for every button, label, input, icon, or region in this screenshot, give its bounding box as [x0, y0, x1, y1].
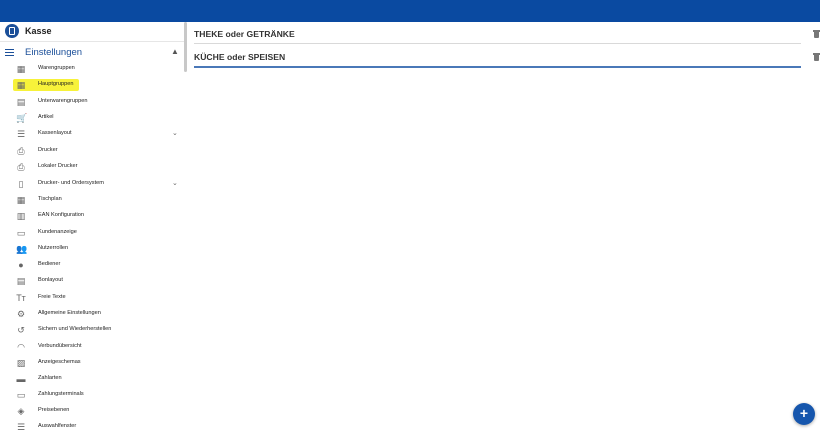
sidebar-item[interactable]: 🛒 Artikel — [0, 111, 186, 125]
sidebar-item-label: Warengruppen — [38, 65, 75, 71]
printer-icon: ⎙ — [17, 146, 25, 156]
sidebar-item[interactable]: ▬ Zahlarten — [0, 372, 186, 386]
sidebar-item-label: Freie Texte — [38, 294, 66, 300]
app-header: Kasse — [0, 22, 186, 42]
add-button[interactable]: + — [793, 403, 815, 425]
sidebar-item-label: EAN Konfiguration — [38, 212, 85, 218]
sidebar-item[interactable]: ▤ Bonlayout — [0, 274, 186, 288]
grid-icon: ▦ — [16, 64, 26, 74]
sidebar-item-label: Kundenanzeige — [38, 229, 77, 235]
sidebar-item-label: Anzeigeschemas — [38, 359, 81, 365]
sidebar-item[interactable]: ▦ Warengruppen — [0, 62, 186, 76]
group-underline — [194, 66, 801, 68]
cash-icon: ▬ — [16, 374, 26, 384]
sidebar-item-label: Hauptgruppen — [38, 81, 74, 87]
lines-icon: ☰ — [16, 129, 26, 139]
wifi-icon: ◠ — [17, 342, 25, 352]
grid-icon: ▦ — [16, 80, 26, 90]
device-icon: ▯ — [18, 179, 24, 189]
sidebar-item[interactable]: ⎙ Drucker — [0, 144, 186, 158]
top-app-bar — [0, 0, 820, 22]
sidebar-item-label: Sichern und Wiederherstellen — [38, 326, 112, 332]
printer-icon: ⎙ — [17, 162, 25, 172]
sidebar-item-label: Bonlayout — [38, 277, 63, 283]
sidebar-item[interactable]: ▯ Drucker- und Ordersystem ⌄ — [0, 177, 186, 191]
sidebar-item-label: Tischplan — [38, 196, 62, 202]
sidebar-item-label: Drucker — [38, 147, 58, 153]
sidebar-item[interactable]: ▦ Hauptgruppen — [0, 78, 186, 92]
sidebar-item[interactable]: ↺ Sichern und Wiederherstellen — [0, 323, 186, 337]
sidebar-item-label: Artikel — [38, 114, 54, 120]
sidebar-item[interactable]: ◠ Verbundübersicht — [0, 340, 186, 354]
app-title: Kasse — [25, 26, 52, 36]
sidebar-item-label: Drucker- und Ordersystem — [38, 180, 104, 186]
group-row-kueche[interactable]: KÜCHE oder SPEISEN — [194, 47, 820, 68]
history-icon: ↺ — [17, 325, 25, 335]
sidebar-item[interactable]: ▥ EAN Konfiguration — [0, 209, 186, 223]
receipt-icon: ▤ — [16, 276, 26, 286]
cart-icon: 🛒 — [16, 113, 28, 123]
sidebar-item-label: Zahlarten — [38, 375, 62, 381]
chevron-down-icon[interactable]: ⌄ — [172, 179, 178, 187]
group-underline — [194, 43, 801, 44]
person-icon: ● — [18, 260, 24, 270]
sidebar-item[interactable]: ◈ Preisebenen — [0, 404, 186, 418]
sidebar-item[interactable]: 👥 Nutzerrollen — [0, 242, 186, 256]
sidebar-item[interactable]: ⚙ Allgemeine Einstellungen — [0, 307, 186, 321]
sidebar-item[interactable]: ▭ Zahlungsterminals — [0, 388, 186, 402]
sidebar-item-label: Allgemeine Einstellungen — [38, 310, 101, 316]
text-icon: Tт — [16, 293, 26, 303]
sidebar-item-label: Zahlungsterminals — [38, 391, 84, 397]
sidebar-item[interactable]: ▤ Unterwarengruppen — [0, 95, 186, 109]
sidebar-item-label: Nutzerrollen — [38, 245, 69, 251]
main-content: THEKE oder GETRÄNKE KÜCHE oder SPEISEN — [187, 22, 820, 430]
people-icon: 👥 — [16, 244, 28, 254]
trash-icon[interactable] — [813, 53, 820, 61]
chevron-up-icon[interactable]: ▲ — [171, 47, 179, 56]
menu-icon[interactable] — [5, 49, 14, 57]
barcode-icon: ▥ — [16, 211, 26, 221]
register-logo-icon — [5, 24, 19, 38]
group-label[interactable]: KÜCHE oder SPEISEN — [194, 52, 285, 62]
trash-icon[interactable] — [813, 30, 820, 38]
sidebar-item-label: Preisebenen — [38, 407, 70, 413]
sidebar-item-label: Verbundübersicht — [38, 343, 82, 349]
sidebar-item-label: Unterwarengruppen — [38, 98, 88, 104]
lines-icon: ☰ — [16, 422, 26, 430]
card-icon: ▭ — [16, 390, 26, 400]
group-label[interactable]: THEKE oder GETRÄNKE — [194, 29, 295, 39]
settings-section-header[interactable]: Einstellungen ▲ — [0, 43, 186, 61]
monitor-icon: ▭ — [16, 228, 26, 238]
gear-icon: ⚙ — [16, 309, 26, 319]
chevron-down-icon[interactable]: ⌄ — [172, 129, 178, 137]
sidebar-item[interactable]: ☰ Auswahlfenster — [0, 420, 186, 430]
sidebar-item-label: Auswahlfenster — [38, 423, 77, 429]
sidebar-item[interactable]: Tт Freie Texte — [0, 291, 186, 305]
sidebar-item-label: Lokaler Drucker — [38, 163, 78, 169]
sidebar: Kasse Einstellungen ▲ ▦ Warengruppen ▦ Haup… — [0, 22, 186, 430]
sidebar-item[interactable]: ● Bediener — [0, 258, 186, 272]
sidebar-item[interactable]: ▨ Anzeigeschemas — [0, 356, 186, 370]
sidebar-item[interactable]: ☰ Kassenlayout ⌄ — [0, 127, 186, 141]
sidebar-item[interactable]: ▭ Kundenanzeige — [0, 226, 186, 240]
grid-light-icon: ▤ — [16, 97, 26, 107]
plus-icon: + — [799, 405, 809, 421]
image-icon: ▨ — [16, 358, 26, 368]
table-grid-icon: ▦ — [16, 195, 26, 205]
sidebar-item-label: Kassenlayout — [38, 130, 72, 136]
sidebar-item[interactable]: ⎙ Lokaler Drucker — [0, 160, 186, 174]
sidebar-item-label: Bediener — [38, 261, 61, 267]
section-title: Einstellungen — [25, 47, 83, 58]
sidebar-item[interactable]: ▦ Tischplan — [0, 193, 186, 207]
layers-icon: ◈ — [17, 406, 25, 416]
group-row-theke[interactable]: THEKE oder GETRÄNKE — [194, 24, 820, 44]
